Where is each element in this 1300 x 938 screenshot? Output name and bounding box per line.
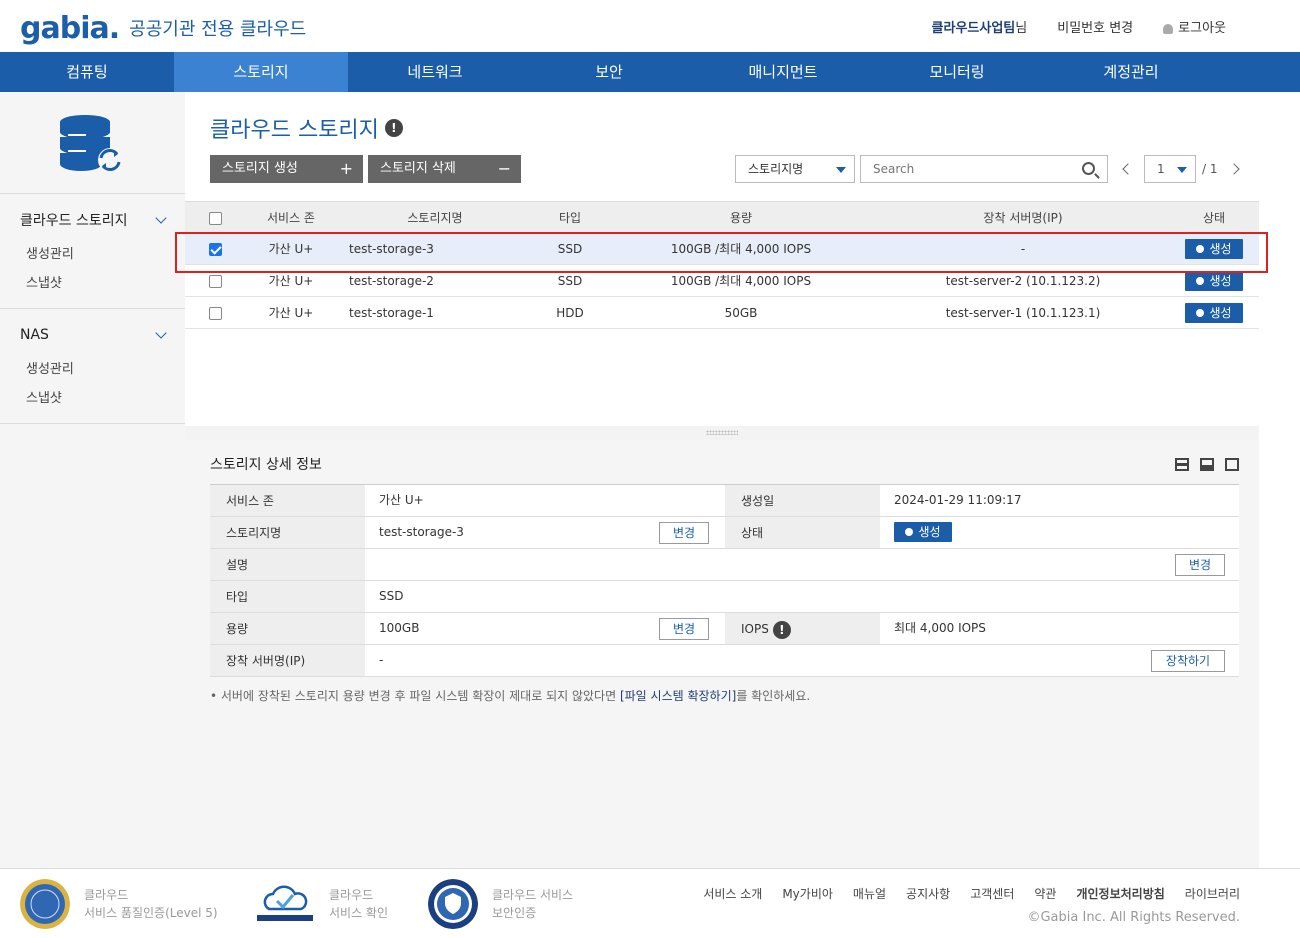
storage-section-icon-area <box>0 92 185 194</box>
copyright: ©Gabia Inc. All Rights Reserved. <box>1027 910 1240 925</box>
footer-link-library[interactable]: 라이브러리 <box>1185 885 1240 902</box>
user-icon <box>1163 23 1174 34</box>
change-name-button[interactable]: 변경 <box>659 522 709 544</box>
nav-account[interactable]: 계정관리 <box>1044 52 1218 92</box>
detail-table: 서비스 존 가산 U+ 생성일 2024-01-29 11:09:17 스토리지… <box>210 484 1239 677</box>
filesystem-note: • 서버에 장착된 스토리지 용량 변경 후 파일 시스템 확장이 제대로 되지… <box>210 689 811 703</box>
gabia-logo[interactable]: gabia. 공공기관 전용 클라우드 <box>20 10 306 46</box>
attach-button[interactable]: 장착하기 <box>1151 650 1225 672</box>
sidebar-group-cloud-storage[interactable]: 클라우드 스토리지 <box>0 206 185 234</box>
footer-link-notice[interactable]: 공지사항 <box>906 885 950 902</box>
cloud-service-logo-icon <box>257 885 313 921</box>
csap-seal-icon <box>428 879 478 929</box>
pagination: 1 / 1 <box>1120 155 1240 183</box>
storage-detail-panel: 스토리지 상세 정보 서비스 존 가산 U+ 생성일 2024-01-29 11… <box>185 440 1259 868</box>
change-password-link[interactable]: 비밀번호 변경 <box>1057 17 1133 36</box>
footer-link-terms[interactable]: 약관 <box>1034 885 1056 902</box>
page-total: / 1 <box>1202 162 1218 176</box>
info-icon[interactable]: ! <box>772 620 791 639</box>
filesystem-expand-link[interactable]: [파일 시스템 확장하기] <box>620 689 736 703</box>
footer-link-privacy[interactable]: 개인정보처리방침 <box>1076 885 1164 902</box>
quality-cert-seal-icon <box>20 879 70 929</box>
resize-divider[interactable] <box>185 426 1259 440</box>
select-all-checkbox[interactable] <box>209 211 222 225</box>
dropdown-arrow-icon <box>1177 167 1187 173</box>
search-input[interactable] <box>861 156 1061 182</box>
nav-computing[interactable]: 컴퓨팅 <box>0 52 174 92</box>
chevron-down-icon <box>155 327 167 339</box>
top-header: gabia. 공공기관 전용 클라우드 클라우드사업팀님 비밀번호 변경 로그아… <box>0 0 1300 52</box>
next-page-icon[interactable] <box>1227 163 1240 175</box>
footer-links: 서비스 소개 My가비아 매뉴얼 공지사항 고객센터 약관 개인정보처리방침 라… <box>703 885 1240 902</box>
nav-security[interactable]: 보안 <box>522 52 696 92</box>
footer-link-manual[interactable]: 매뉴얼 <box>853 885 886 902</box>
footer-link-my-gabia[interactable]: My가비아 <box>782 885 833 902</box>
nav-storage[interactable]: 스토리지 <box>174 52 348 92</box>
nav-monitoring[interactable]: 모니터링 <box>870 52 1044 92</box>
user-name[interactable]: 클라우드사업팀님 <box>932 17 1028 36</box>
logo-subtitle: 공공기관 전용 클라우드 <box>129 19 307 40</box>
cert-quality: 클라우드 서비스 품질인증(Level 5) <box>20 879 218 929</box>
status-badge: 생성 <box>894 522 952 542</box>
footer-link-support[interactable]: 고객센터 <box>970 885 1014 902</box>
delete-storage-button[interactable]: 스토리지 삭제 − <box>368 155 521 183</box>
page-select[interactable]: 1 <box>1144 155 1196 183</box>
main-nav: 컴퓨팅 스토리지 네트워크 보안 매니지먼트 모니터링 계정관리 <box>0 52 1300 92</box>
search-icon[interactable] <box>1082 162 1095 175</box>
status-badge: 생성 <box>1185 238 1243 259</box>
change-capacity-button[interactable]: 변경 <box>659 618 709 640</box>
sidebar-item-snapshot[interactable]: 스냅샷 <box>0 269 185 298</box>
sidebar: 클라우드 스토리지 생성관리 스냅샷 NAS 생성관리 스냅샷 <box>0 92 185 868</box>
table-row[interactable]: 가산 U+ test-storage-3 SSD 100GB /최대 4,000… <box>185 233 1259 265</box>
nav-management[interactable]: 매니지먼트 <box>696 52 870 92</box>
detail-server: - <box>379 653 384 667</box>
cert-service: 클라우드 서비스 확인 <box>255 879 388 929</box>
footer-link-service-intro[interactable]: 서비스 소개 <box>703 885 762 902</box>
logo-mark: gabia <box>20 10 110 46</box>
footer: 클라우드 서비스 품질인증(Level 5) 클라우드 서비스 확인 클라우드 서비… <box>0 868 1300 938</box>
detail-storage-name: test-storage-3 <box>379 525 464 539</box>
search-box <box>860 155 1108 183</box>
row-checkbox[interactable] <box>209 274 222 288</box>
table-row[interactable]: 가산 U+ test-storage-2 SSD 100GB /최대 4,000… <box>185 265 1259 297</box>
storage-table: 서비스 존 스토리지명 타입 용량 장착 서버명(IP) 상태 가산 U+ te… <box>185 201 1259 426</box>
page-title: 클라우드 스토리지! <box>210 112 403 144</box>
nav-network[interactable]: 네트워크 <box>348 52 522 92</box>
storage-refresh-icon <box>60 115 122 172</box>
prev-page-icon[interactable] <box>1122 163 1134 175</box>
sidebar-item-create-manage[interactable]: 생성관리 <box>0 240 185 269</box>
table-header: 서비스 존 스토리지명 타입 용량 장착 서버명(IP) 상태 <box>185 201 1259 233</box>
minimize-panel-icon[interactable] <box>1175 458 1189 471</box>
logout-link[interactable]: 로그아웃 <box>1163 17 1226 36</box>
sidebar-item-nas-create-manage[interactable]: 생성관리 <box>0 355 185 384</box>
drag-handle-icon[interactable] <box>706 430 738 435</box>
table-row[interactable]: 가산 U+ test-storage-1 HDD 50GB test-serve… <box>185 297 1259 329</box>
maximize-panel-icon[interactable] <box>1225 458 1239 471</box>
create-storage-button[interactable]: 스토리지 생성 + <box>210 155 363 183</box>
dropdown-arrow-icon <box>836 167 846 173</box>
status-badge: 생성 <box>1185 302 1243 323</box>
detail-title: 스토리지 상세 정보 <box>210 457 322 473</box>
row-checkbox[interactable] <box>209 242 222 256</box>
chevron-down-icon <box>155 212 167 224</box>
sidebar-item-nas-snapshot[interactable]: 스냅샷 <box>0 384 185 413</box>
minus-icon: − <box>497 159 511 178</box>
detail-capacity: 100GB <box>379 621 420 635</box>
status-badge: 생성 <box>1185 270 1243 291</box>
sidebar-group-nas[interactable]: NAS <box>0 321 185 349</box>
change-description-button[interactable]: 변경 <box>1175 554 1225 576</box>
row-checkbox[interactable] <box>209 306 222 320</box>
cert-security: 클라우드 서비스 보안인증 <box>428 879 573 929</box>
info-icon[interactable]: ! <box>384 119 403 137</box>
half-panel-icon[interactable] <box>1200 458 1214 471</box>
plus-icon: + <box>339 159 353 178</box>
search-filter-select[interactable]: 스토리지명 <box>735 155 855 183</box>
